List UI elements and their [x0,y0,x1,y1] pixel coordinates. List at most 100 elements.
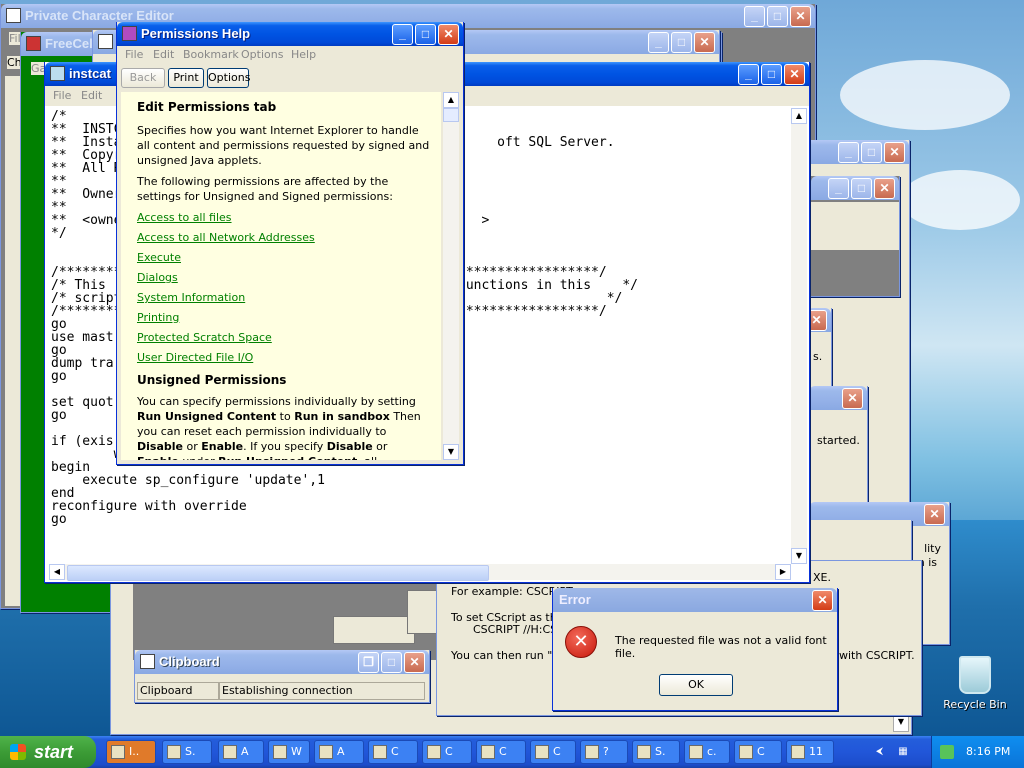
menu-file[interactable]: File [125,48,143,61]
close-button[interactable]: ✕ [884,142,905,163]
close-button[interactable]: ✕ [790,6,811,27]
menu-edit[interactable]: Edit [153,48,174,61]
permission-link[interactable]: Printing [137,310,431,325]
scroll-up-button[interactable]: ▲ [791,108,807,124]
help-text: or [182,440,202,453]
minimize-button[interactable]: _ [744,6,765,27]
maximize-button[interactable]: □ [767,6,788,27]
dialog-text-fragment: lity [924,542,941,555]
maximize-button[interactable]: □ [671,32,692,53]
system-tray: 8:16 PM [931,736,1024,768]
code-line: reconfigure with override [51,499,247,514]
restore-button[interactable]: ❐ [358,652,379,673]
minimize-button[interactable]: _ [828,178,849,199]
clock[interactable]: 8:16 PM [966,745,1010,758]
menu-bookmark[interactable]: Bookmark [183,48,239,61]
network-icon[interactable] [940,745,954,759]
scroll-right-button[interactable]: ▶ [775,564,791,580]
taskbar-item[interactable]: ? [580,740,628,764]
maximize-button[interactable]: □ [381,652,402,673]
start-button[interactable]: start [0,736,96,768]
print-button[interactable]: Print [168,68,204,88]
app-icon [6,8,21,23]
help-content: Edit Permissions tab Specifies how you w… [121,92,441,460]
taskbar-item[interactable]: S. [632,740,680,764]
titlebar[interactable]: Error ✕ [553,588,837,612]
help-paragraph: The following permissions are affected b… [137,175,393,203]
help-heading-2: Unsigned Permissions [137,373,287,387]
recycle-bin-icon [959,656,991,694]
menu-edit[interactable]: Edit [81,89,102,102]
close-button[interactable]: ✕ [842,388,863,409]
taskbar-item[interactable]: C [530,740,576,764]
taskbar-item[interactable]: c. [684,740,730,764]
taskbar-item[interactable]: I.. [106,740,156,764]
taskbar-app-icon [427,745,441,759]
error-dialog[interactable]: Error ✕ ✕ The requested file was not a v… [552,588,838,711]
permission-link[interactable]: Access to all files [137,210,431,225]
taskbar-item[interactable]: C [734,740,782,764]
permission-link[interactable]: User Directed File I/O [137,350,431,365]
close-button[interactable]: ✕ [784,64,805,85]
status-right: Establishing connection [219,682,425,700]
maximize-button[interactable]: □ [415,24,436,45]
close-button[interactable]: ✕ [924,504,945,525]
back-button[interactable]: Back [121,68,165,88]
scroll-down-button[interactable]: ▼ [791,548,807,564]
titlebar[interactable]: Clipboard ❐ □ ✕ [135,650,429,674]
maximize-button[interactable]: □ [861,142,882,163]
ok-button[interactable]: OK [659,674,733,696]
minimize-button[interactable]: _ [738,64,759,85]
window-title: FreeCell [45,36,97,51]
taskbar-item-label: C [553,745,561,758]
minimize-button[interactable]: _ [648,32,669,53]
close-button[interactable]: ✕ [404,652,425,673]
minimize-button[interactable]: _ [838,142,859,163]
taskbar-item[interactable]: S. [162,740,212,764]
help-bold-term: Enable [137,455,179,460]
menu-options[interactable]: Options [241,48,283,61]
scroll-left-button[interactable]: ◀ [49,564,65,580]
taskbar-item[interactable]: C [422,740,472,764]
toolbar: Back Print Options [121,68,250,90]
options-button[interactable]: Options [207,68,250,88]
taskbar-item[interactable]: A [314,740,364,764]
help-text: to [276,410,295,423]
menu-help[interactable]: Help [291,48,316,61]
maximize-button[interactable]: □ [761,64,782,85]
close-button[interactable]: ✕ [438,24,459,45]
taskbar-item[interactable]: 11 [786,740,834,764]
permission-link[interactable]: Protected Scratch Space [137,330,431,345]
menu-file[interactable]: File [53,89,71,102]
permission-link[interactable]: System Information [137,290,431,305]
permission-link[interactable]: Dialogs [137,270,431,285]
permission-link[interactable]: Access to all Network Addresses [137,230,431,245]
keyboard-icon[interactable]: ▦ [898,746,907,757]
titlebar[interactable]: Permissions Help _ □ ✕ [117,22,463,46]
permissions-help-window[interactable]: Permissions Help _ □ ✕ File Edit Bookmark … [116,22,464,465]
permission-link[interactable]: Execute [137,250,431,265]
vertical-scrollbar[interactable]: ▲ ▼ [791,108,807,564]
scroll-thumb[interactable] [443,108,459,122]
taskbar-item[interactable]: A [218,740,264,764]
scroll-up-button[interactable]: ▲ [443,92,459,108]
taskbar-item[interactable]: C [368,740,418,764]
maximize-button[interactable]: □ [851,178,872,199]
scroll-down-button[interactable]: ▼ [443,444,459,460]
close-button[interactable]: ✕ [694,32,715,53]
taskbar-item[interactable]: W [268,740,310,764]
recycle-bin[interactable]: Recycle Bin [940,656,1010,711]
horizontal-scrollbar[interactable]: ◀ ▶ [49,564,791,581]
close-button[interactable]: ✕ [812,590,833,611]
scroll-thumb[interactable] [67,565,489,581]
background-window[interactable]: _ □ ✕ [810,176,900,297]
clipboard-window[interactable]: Clipboard ❐ □ ✕ Clipboard Establishing con… [134,650,430,703]
taskbar-item[interactable]: C [476,740,526,764]
error-icon: ✕ [565,626,597,658]
scroll-down-button[interactable]: ▼ [893,716,909,732]
expand-tray-icon[interactable]: ⮜ [876,746,883,757]
background-dialog[interactable]: ✕ started. [808,386,868,507]
minimize-button[interactable]: _ [392,24,413,45]
vertical-scrollbar[interactable]: ▲ ▼ [443,92,459,460]
close-button[interactable]: ✕ [874,178,895,199]
